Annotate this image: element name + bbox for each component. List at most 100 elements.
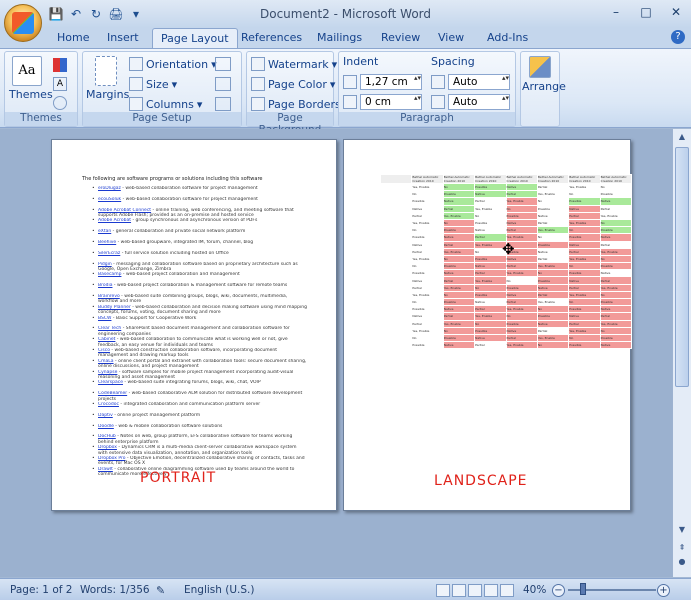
tab-page-layout[interactable]: Page Layout	[152, 28, 238, 49]
list-item-link[interactable]: Cabinet	[98, 337, 115, 342]
close-button[interactable]: ✕	[665, 4, 687, 20]
list-item-link[interactable]: BSCW	[98, 316, 111, 321]
list-item-text: web-based collaboration software for pro…	[125, 186, 258, 191]
indent-left-input[interactable]: 1,27 cm	[360, 74, 422, 90]
table-cell: Possible	[474, 218, 507, 228]
table-cell: Yes, Enable	[505, 197, 538, 206]
tab-insert[interactable]: Insert	[107, 31, 139, 44]
full-screen-view-icon[interactable]	[452, 584, 466, 597]
breaks-icon[interactable]	[215, 57, 231, 71]
scroll-thumb[interactable]	[675, 147, 689, 387]
list-item-link[interactable]: DrawIt	[98, 467, 113, 472]
list-item-link[interactable]: Beehive	[98, 240, 116, 245]
document-area[interactable]: The following are software programs or s…	[0, 129, 672, 577]
table-cell: Possible	[599, 333, 633, 343]
list-item-link[interactable]: CmaLa	[98, 359, 114, 364]
list-item-link[interactable]: Cynapse	[98, 370, 117, 375]
themes-button[interactable]: Aa Themes	[9, 56, 53, 101]
tab-references[interactable]: References	[241, 31, 302, 44]
list-item: eXtan - general collaboration and privat…	[92, 229, 307, 240]
office-button[interactable]	[4, 4, 42, 42]
tab-review[interactable]: Review	[381, 31, 420, 44]
list-item-link[interactable]: Crocodoc	[98, 402, 119, 407]
table-cell: Native	[599, 269, 633, 278]
table-cell: Native	[411, 312, 444, 321]
margins-button[interactable]: Margins	[86, 56, 129, 101]
size-button[interactable]: Size ▾	[129, 77, 177, 91]
print-layout-view-icon[interactable]	[436, 584, 450, 597]
list-item-link[interactable]: Adobe Acrobat Connect	[98, 208, 151, 213]
list-item-text: web-based project collaboration and mana…	[125, 272, 240, 278]
word-count[interactable]: Words: 1/356	[80, 584, 150, 596]
language[interactable]: English (U.S.)	[184, 584, 254, 596]
list-item-link[interactable]: Clearspace	[98, 380, 123, 385]
list-item: Clearspace - web-based suite integrating…	[92, 380, 307, 391]
table-cell: Possible	[599, 226, 633, 235]
zoom-slider-thumb[interactable]	[580, 583, 586, 595]
page-landscape[interactable]: Bethel Automatic Creation 2010 Bethel Aut…	[343, 139, 633, 511]
page-portrait[interactable]: The following are software programs or s…	[51, 139, 337, 511]
vertical-scrollbar[interactable]: ▲ ▼ ⇞ ●	[672, 129, 691, 577]
zoom-level[interactable]: 40%	[523, 584, 546, 596]
list-item-link[interactable]: SilerEcraz	[98, 251, 120, 256]
page-borders-button[interactable]: Page Borders	[251, 97, 341, 111]
theme-colors-icon[interactable]	[53, 58, 67, 72]
proofing-icon[interactable]: ✎	[156, 584, 165, 597]
previous-page-icon[interactable]: ⇞	[676, 543, 688, 555]
browse-object-icon[interactable]: ●	[676, 557, 688, 569]
table-cell: No	[536, 197, 570, 206]
list-item-link[interactable]: Dropbox	[98, 445, 117, 450]
page-color-button[interactable]: Page Color ▾	[251, 77, 335, 91]
list-item-link[interactable]: Daptiv	[98, 413, 113, 418]
list-item-link[interactable]: CodeBeamer	[98, 391, 127, 396]
zoom-out-button[interactable]: −	[552, 584, 565, 597]
table-row: Partial Yes, Enable No Possible Native Partia…	[379, 319, 633, 328]
tab-view[interactable]: View	[438, 31, 464, 44]
spacing-after-input[interactable]: Auto	[448, 94, 510, 110]
list-item-link[interactable]: Basecamp	[98, 272, 121, 277]
zoom-in-button[interactable]: +	[657, 584, 670, 597]
draft-view-icon[interactable]	[500, 584, 514, 597]
theme-fonts-icon[interactable]: A	[53, 77, 67, 91]
table-cell: Partial	[536, 254, 570, 264]
table-cell: No	[474, 283, 507, 292]
spacing-before-input[interactable]: Auto	[448, 74, 510, 90]
minimize-button[interactable]: –	[605, 4, 627, 20]
table-cell: Partial	[442, 240, 476, 249]
list-item-link[interactable]: Clear Tech	[98, 326, 121, 331]
maximize-button[interactable]: □	[635, 4, 657, 20]
theme-effects-icon[interactable]	[53, 96, 67, 110]
page-count[interactable]: Page: 1 of 2	[10, 584, 72, 596]
list-item-link[interactable]: ecouSoluk	[98, 197, 121, 202]
table-row: Native Partial Yes, Enable No Possible Native…	[379, 312, 633, 321]
columns-button[interactable]: Columns ▾	[129, 97, 202, 111]
table-cell: Partial	[474, 197, 507, 206]
scroll-down-icon[interactable]: ▼	[676, 525, 688, 537]
list-item-link[interactable]: Doodle	[98, 424, 114, 429]
web-layout-view-icon[interactable]	[468, 584, 482, 597]
watermark-button[interactable]: Watermark ▾	[251, 57, 337, 71]
tab-add-ins[interactable]: Add-Ins	[487, 31, 528, 44]
list-item-link[interactable]: DocHub	[98, 434, 116, 439]
table-cell: Partial	[411, 247, 444, 256]
table-cell: No	[442, 218, 476, 228]
list-item-link[interactable]: Adobe Acrobat	[98, 218, 131, 223]
line-numbers-icon[interactable]	[215, 77, 231, 91]
arrange-button[interactable]: Arrange	[522, 56, 566, 93]
hyphenation-icon[interactable]	[215, 97, 231, 111]
outline-view-icon[interactable]	[484, 584, 498, 597]
list-item-link[interactable]: Pidgin	[98, 262, 112, 267]
list-item-link[interactable]: eroDlugaz	[98, 186, 121, 191]
tab-mailings[interactable]: Mailings	[317, 31, 362, 44]
help-icon[interactable]: ?	[671, 30, 685, 44]
scroll-up-icon[interactable]: ▲	[676, 132, 688, 144]
orientation-button[interactable]: Orientation ▾	[129, 57, 217, 71]
watermark-icon	[251, 57, 265, 71]
title-bar: 💾 ↶ ↻ 🖨 ▾ Document2 - Microsoft Word – □…	[0, 0, 691, 28]
tab-home[interactable]: Home	[57, 31, 89, 44]
list-item-link[interactable]: Brodia	[98, 283, 112, 288]
indent-right-input[interactable]: 0 cm	[360, 94, 422, 110]
list-item: Doodle - web & mobile collaboration soft…	[92, 424, 307, 435]
list-item-link[interactable]: eXtan	[98, 229, 111, 234]
group-paragraph: Indent Spacing 1,27 cm 0 cm Auto Auto Pa…	[338, 51, 516, 127]
